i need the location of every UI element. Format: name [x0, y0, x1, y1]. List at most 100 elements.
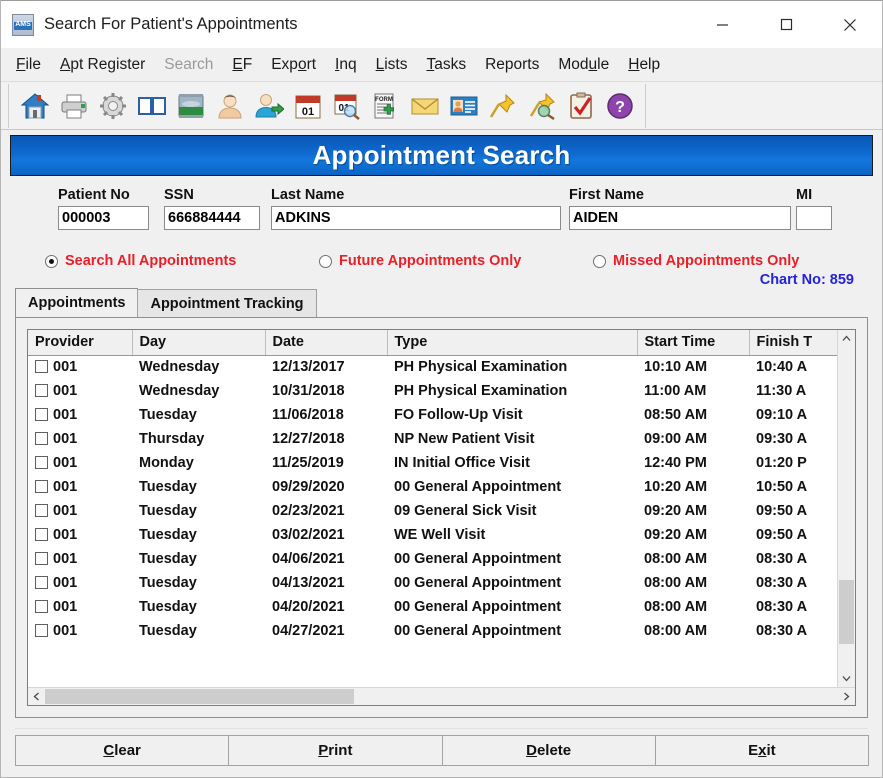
row-checkbox[interactable] [35, 480, 48, 493]
clear-button[interactable]: Clear [15, 735, 229, 766]
menu-help[interactable]: Help [627, 54, 661, 76]
menu-tasks[interactable]: Tasks [425, 54, 467, 76]
home-icon[interactable] [15, 87, 54, 125]
column-header-day[interactable]: Day [132, 330, 265, 355]
row-checkbox[interactable] [35, 408, 48, 421]
menu-reports[interactable]: Reports [484, 54, 540, 76]
cell-type: 00 General Appointment [387, 595, 637, 619]
scenery-icon[interactable] [171, 87, 210, 125]
cell-date: 11/06/2018 [265, 403, 387, 427]
row-checkbox[interactable] [35, 576, 48, 589]
person-icon[interactable] [210, 87, 249, 125]
envelope-icon[interactable] [405, 87, 444, 125]
column-header-start-time[interactable]: Start Time [637, 330, 749, 355]
table-row[interactable]: 001Tuesday02/23/202109 General Sick Visi… [28, 499, 837, 523]
table-row[interactable]: 001Tuesday09/29/202000 General Appointme… [28, 475, 837, 499]
table-row[interactable]: 001Wednesday10/31/2018PH Physical Examin… [28, 379, 837, 403]
table-row[interactable]: 001Tuesday04/27/202100 General Appointme… [28, 619, 837, 643]
cell-date: 09/29/2020 [265, 475, 387, 499]
vertical-scrollbar[interactable] [837, 330, 855, 687]
help-icon[interactable]: ? [600, 87, 639, 125]
tab-appointments[interactable]: Appointments [15, 288, 138, 317]
book-icon[interactable] [132, 87, 171, 125]
cell-date: 04/20/2021 [265, 595, 387, 619]
row-checkbox[interactable] [35, 552, 48, 565]
tab-appointment-tracking[interactable]: Appointment Tracking [137, 289, 316, 317]
field-last-name: Last Name [271, 187, 561, 230]
table-row[interactable]: 001Tuesday03/02/2021WE Well Visit09:20 A… [28, 523, 837, 547]
maximize-button[interactable] [754, 1, 818, 48]
close-button[interactable] [818, 1, 882, 48]
radio-indicator [593, 255, 606, 268]
table-row[interactable]: 001Thursday12/27/2018NP New Patient Visi… [28, 427, 837, 451]
gear-icon[interactable] [93, 87, 132, 125]
row-checkbox[interactable] [35, 600, 48, 613]
cell-start: 09:20 AM [637, 499, 749, 523]
pushpin-search-icon[interactable] [522, 87, 561, 125]
row-checkbox[interactable] [35, 456, 48, 469]
first-name-input[interactable] [569, 206, 791, 230]
menu-inq[interactable]: Inq [334, 54, 358, 76]
row-checkbox[interactable] [35, 360, 48, 373]
row-checkbox[interactable] [35, 624, 48, 637]
menu-lists[interactable]: Lists [375, 54, 409, 76]
horizontal-scroll-track[interactable] [45, 688, 838, 705]
person-add-icon[interactable] [249, 87, 288, 125]
exit-button[interactable]: Exit [655, 735, 869, 766]
table-row[interactable]: 001Tuesday04/20/202100 General Appointme… [28, 595, 837, 619]
vertical-scroll-thumb[interactable] [839, 580, 854, 645]
mi-input[interactable] [796, 206, 832, 230]
radio-search-all-appointments[interactable]: Search All Appointments [45, 253, 236, 269]
cell-provider: 001 [28, 451, 132, 475]
print-button[interactable]: Print [228, 735, 442, 766]
cell-finish: 08:30 A [749, 571, 837, 595]
pushpin-icon[interactable] [483, 87, 522, 125]
menu-apt-register[interactable]: Apt Register [59, 54, 146, 76]
radio-future-appointments-only[interactable]: Future Appointments Only [319, 253, 521, 269]
cell-type: PH Physical Examination [387, 379, 637, 403]
calendar-icon[interactable]: 01 [288, 87, 327, 125]
column-header-date[interactable]: Date [265, 330, 387, 355]
row-checkbox[interactable] [35, 384, 48, 397]
cell-day: Tuesday [132, 595, 265, 619]
scroll-left-arrow-icon[interactable] [28, 688, 45, 705]
table-row[interactable]: 001Tuesday04/06/202100 General Appointme… [28, 547, 837, 571]
column-header-finish-time[interactable]: Finish T [749, 330, 837, 355]
minimize-button[interactable] [690, 1, 754, 48]
contact-card-icon[interactable] [444, 87, 483, 125]
menu-module[interactable]: Module [557, 54, 610, 76]
row-checkbox[interactable] [35, 528, 48, 541]
row-checkbox[interactable] [35, 504, 48, 517]
printer-icon[interactable] [54, 87, 93, 125]
ssn-input[interactable] [164, 206, 260, 230]
scroll-down-arrow-icon[interactable] [838, 670, 855, 687]
radio-missed-appointments-only[interactable]: Missed Appointments Only [593, 253, 799, 269]
delete-button[interactable]: Delete [442, 735, 656, 766]
vertical-scroll-track[interactable] [838, 347, 855, 670]
scroll-right-arrow-icon[interactable] [838, 688, 855, 705]
column-header-provider[interactable]: Provider [28, 330, 132, 355]
column-header-type[interactable]: Type [387, 330, 637, 355]
scroll-up-arrow-icon[interactable] [838, 330, 855, 347]
last-name-input[interactable] [271, 206, 561, 230]
field-ssn: SSN [164, 187, 260, 230]
horizontal-scrollbar[interactable] [28, 687, 855, 705]
clipboard-check-icon[interactable] [561, 87, 600, 125]
menu-file[interactable]: File [15, 54, 42, 76]
horizontal-scroll-thumb[interactable] [45, 689, 354, 704]
patient-no-input[interactable] [58, 206, 149, 230]
menu-ef[interactable]: EF [231, 54, 253, 76]
appointments-grid: Provider Day Date Type Start Time Finish… [27, 329, 856, 706]
cell-text: 001 [53, 431, 77, 447]
table-row[interactable]: 001Monday11/25/2019IN Initial Office Vis… [28, 451, 837, 475]
table-row[interactable]: 001Tuesday11/06/2018FO Follow-Up Visit08… [28, 403, 837, 427]
cell-type: 00 General Appointment [387, 619, 637, 643]
table-row[interactable]: 001Wednesday12/13/2017PH Physical Examin… [28, 355, 837, 379]
table-row[interactable]: 001Tuesday04/13/202100 General Appointme… [28, 571, 837, 595]
row-checkbox[interactable] [35, 432, 48, 445]
cell-date: 03/02/2021 [265, 523, 387, 547]
form-add-icon[interactable]: FORM [366, 87, 405, 125]
menu-export[interactable]: Export [270, 54, 317, 76]
ssn-label: SSN [164, 187, 260, 203]
calendar-search-icon[interactable]: 01 [327, 87, 366, 125]
